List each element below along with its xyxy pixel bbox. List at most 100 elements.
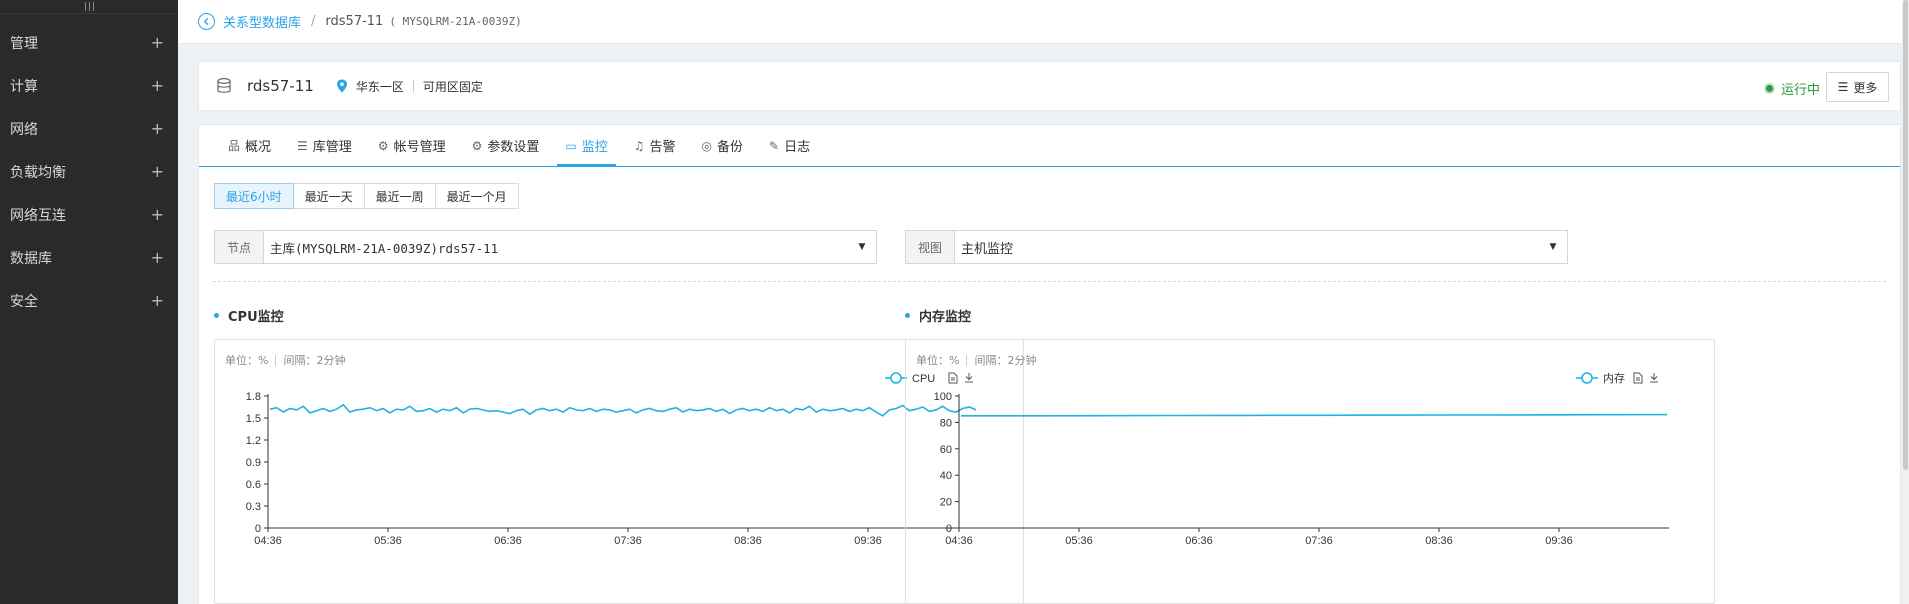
breadcrumb: 关系型数据库 / rds57-11 ( MYSQLRM-21A-0039Z) — [178, 0, 1909, 44]
memory-line-chart: 0 20 40 60 80 100 04:36 05:36 06:36 07:36 08:36 09:… — [934, 371, 1669, 547]
y-tick-label: 20 — [940, 497, 952, 509]
account-icon: ⚙ — [377, 138, 389, 153]
back-icon[interactable] — [198, 13, 215, 30]
overview-icon: 品 — [228, 139, 241, 153]
bullet-dot-icon — [905, 313, 910, 318]
tab-2[interactable]: ⚙ 帐号管理 — [365, 125, 459, 166]
sidebar-item[interactable]: 网络 + — [0, 107, 178, 150]
plus-icon[interactable]: + — [151, 77, 164, 94]
tab-label: 备份 — [717, 140, 744, 155]
series-line — [269, 403, 977, 417]
backup-icon: ◎ — [701, 138, 712, 153]
instance-name: rds57-11 — [247, 77, 314, 95]
range-button[interactable]: 最近一天 — [292, 183, 365, 209]
tab-1[interactable]: ☰ 库管理 — [284, 125, 365, 166]
range-button[interactable]: 最近一个月 — [434, 183, 519, 209]
database-icon — [217, 77, 231, 93]
range-button[interactable]: 最近一周 — [363, 183, 436, 209]
plus-icon[interactable]: + — [151, 292, 164, 309]
view-selector-label: 视图 — [906, 231, 955, 263]
tab-7[interactable]: ✎ 日志 — [756, 125, 823, 166]
instance-header: rds57-11 华东一区 可用区固定 运行中 ☰ 更多 — [198, 61, 1901, 111]
cpu-chart-title: CPU监控 — [214, 306, 284, 325]
sidebar-item[interactable]: 数据库 + — [0, 236, 178, 279]
breadcrumb-current: rds57-11 — [325, 14, 384, 29]
sidebar-item[interactable]: 负载均衡 + — [0, 150, 178, 193]
sidebar-item-label: 安全 — [10, 293, 38, 310]
y-tick-label: 1.5 — [246, 413, 261, 425]
mem-chart-box: 单位：% 间隔：2分钟 0 20 40 60 80 100 04:36 05:36 06:36 0… — [905, 339, 1715, 604]
plus-icon[interactable]: + — [151, 120, 164, 137]
breadcrumb-separator: / — [311, 14, 316, 29]
tab-3[interactable]: ⚙ 参数设置 — [459, 125, 553, 166]
x-tick-label: 07:36 — [1305, 535, 1333, 547]
y-tick-label: 0 — [255, 523, 261, 535]
x-tick-label: 04:36 — [945, 535, 973, 547]
x-tick-label: 05:36 — [1065, 535, 1093, 547]
breadcrumb-instance-code: ( MYSQLRM-21A-0039Z) — [389, 15, 522, 28]
mem-chart-title-text: 内存监控 — [919, 310, 972, 325]
tab-label: 监控 — [581, 140, 608, 155]
plus-icon[interactable]: + — [151, 163, 164, 180]
y-tick-label: 0.9 — [246, 457, 261, 469]
x-tick-label: 08:36 — [1425, 535, 1453, 547]
y-tick-label: 80 — [940, 417, 952, 429]
node-selector-value: 主库(MYSQLRM-21A-0039Z)rds57-11 — [270, 240, 499, 256]
monitor-icon: ▭ — [565, 138, 577, 153]
sidebar-item-label: 管理 — [10, 35, 38, 52]
menu-lines-icon: ☰ — [1837, 80, 1849, 94]
plus-icon[interactable]: + — [151, 34, 164, 51]
sidebar-item-label: 网络互连 — [10, 207, 66, 224]
x-tick-label: 05:36 — [374, 535, 402, 547]
tab-5[interactable]: ♫ 告警 — [621, 125, 689, 166]
legend-marker — [1581, 372, 1593, 384]
mem-chart-title: 内存监控 — [905, 306, 971, 325]
bell-icon: ♫ — [633, 138, 645, 153]
cpu-chart-title-text: CPU监控 — [228, 310, 284, 325]
y-tick-label: 40 — [940, 470, 952, 482]
zone-label: 可用区固定 — [422, 79, 483, 94]
sidebar-item[interactable]: 安全 + — [0, 279, 178, 322]
more-button[interactable]: ☰ 更多 — [1826, 72, 1889, 102]
sidebar-item[interactable]: 网络互连 + — [0, 193, 178, 236]
status-dot-icon — [1763, 83, 1775, 94]
tab-label: 日志 — [784, 140, 811, 155]
section-divider — [213, 281, 1886, 282]
node-selector[interactable]: 节点 主库(MYSQLRM-21A-0039Z)rds57-11 ▼ — [214, 230, 877, 264]
time-range-group: 最近6小时 最近一天 最近一周 最近一个月 — [214, 183, 519, 209]
breadcrumb-parent-link[interactable]: 关系型数据库 — [223, 12, 301, 31]
sidebar-item[interactable]: 计算 + — [0, 64, 178, 107]
range-button[interactable]: 最近6小时 — [214, 183, 294, 209]
x-tick-label: 06:36 — [1185, 535, 1213, 547]
tab-4[interactable]: ▭ 监控 — [552, 125, 620, 167]
x-tick-label: 08:36 — [734, 535, 762, 547]
caret-down-icon[interactable]: ▼ — [1539, 231, 1567, 263]
caret-down-icon[interactable]: ▼ — [848, 231, 876, 263]
tab-6[interactable]: ◎ 备份 — [689, 125, 757, 166]
series-line — [961, 413, 1668, 417]
plus-icon[interactable]: + — [151, 249, 164, 266]
sidebar-collapse-handle[interactable] — [0, 0, 178, 14]
status-badge: 运行中 — [1763, 79, 1820, 98]
page-scrollbar[interactable] — [1902, 0, 1909, 604]
data-view-icon — [1633, 372, 1643, 384]
scrollbar-thumb[interactable] — [1903, 0, 1908, 470]
divider — [412, 79, 414, 93]
tab-bar: 品 概况 ☰ 库管理 ⚙ 帐号管理 ⚙ 参数设置 ▭ 监控 ♫ 告警 ◎ 备份 ✎ 日志 — [199, 125, 1900, 167]
view-selector[interactable]: 视图 主机监控 ▼ — [905, 230, 1568, 264]
y-tick-label: 60 — [940, 444, 952, 456]
sidebar-item[interactable]: 管理 + — [0, 21, 178, 64]
region-label: 华东一区 — [355, 79, 404, 94]
node-selector-label: 节点 — [215, 231, 264, 263]
tab-label: 库管理 — [312, 140, 352, 155]
cpu-line-chart: 0 0.3 0.6 0.9 1.2 1.5 1.8 04:36 05:36 06:36 07:36 0… — [246, 372, 978, 547]
sidebar-item-label: 计算 — [10, 78, 38, 95]
tab-label: 概况 — [245, 140, 272, 155]
y-tick-label: 0 — [946, 523, 952, 535]
tab-label: 告警 — [649, 140, 676, 155]
y-tick-label: 100 — [934, 391, 952, 403]
location-pin-icon — [336, 79, 347, 93]
status-text: 运行中 — [1780, 83, 1820, 98]
tab-0[interactable]: 品 概况 — [215, 125, 284, 166]
plus-icon[interactable]: + — [151, 206, 164, 223]
